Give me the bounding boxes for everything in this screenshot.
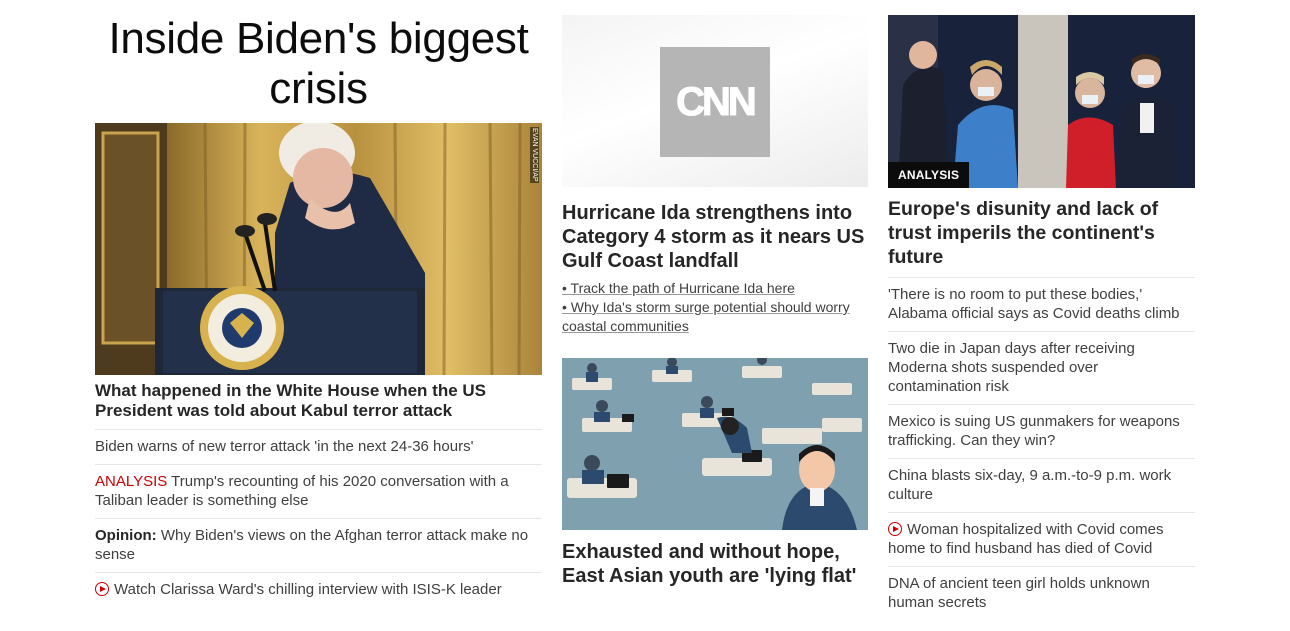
cnn-logo-text: CNN bbox=[676, 79, 758, 124]
opinion-kicker: Opinion: bbox=[95, 527, 157, 544]
biden-photo[interactable]: EVAN VUCCI/AP bbox=[95, 123, 542, 375]
hurricane-story-link[interactable]: Hurricane Ida strengthens into Category … bbox=[562, 201, 868, 273]
related-link-surge[interactable]: • Why Ida's storm surge potential should… bbox=[562, 299, 850, 334]
hurricane-story-title: Hurricane Ida strengthens into Category … bbox=[562, 202, 865, 272]
list-item[interactable]: Biden warns of new terror attack 'in the… bbox=[95, 429, 542, 464]
photo-credit: EVAN VUCCI/AP bbox=[530, 127, 539, 183]
list-item-text: Mexico is suing US gunmakers for weapons… bbox=[888, 413, 1180, 449]
lying-flat-story-link[interactable]: Exhausted and without hope, East Asian y… bbox=[562, 540, 868, 588]
europe-leaders-image[interactable]: ANALYSIS bbox=[888, 15, 1195, 188]
play-icon bbox=[888, 522, 902, 536]
top-story-column: Inside Biden's biggest crisis EVAN VUCCI… bbox=[95, 0, 542, 607]
lying-flat-image[interactable] bbox=[562, 358, 868, 530]
biden-podium-image bbox=[95, 123, 542, 375]
list-item[interactable]: Opinion: Why Biden's views on the Afghan… bbox=[95, 518, 542, 572]
list-item[interactable]: Woman hospitalized with Covid comes home… bbox=[888, 512, 1195, 566]
list-item-text: Woman hospitalized with Covid comes home… bbox=[888, 521, 1164, 557]
lead-story-link[interactable]: What happened in the White House when th… bbox=[95, 381, 542, 429]
list-item[interactable]: China blasts six-day, 9 a.m.-to-9 p.m. w… bbox=[888, 458, 1195, 512]
analysis-kicker: ANALYSIS bbox=[95, 473, 168, 490]
cnn-placeholder-image[interactable]: CNN bbox=[562, 15, 868, 187]
lying-flat-story-title: Exhausted and without hope, East Asian y… bbox=[562, 541, 857, 587]
list-item-text: Why Biden's views on the Afghan terror a… bbox=[95, 527, 529, 563]
list-item[interactable]: Watch Clarissa Ward's chilling interview… bbox=[95, 572, 542, 607]
lead-story-title: What happened in the White House when th… bbox=[95, 381, 487, 420]
related-link-track[interactable]: • Track the path of Hurricane Ida here bbox=[562, 280, 795, 296]
list-item-text: Two die in Japan days after receiving Mo… bbox=[888, 340, 1135, 395]
list-item-text: DNA of ancient teen girl holds unknown h… bbox=[888, 575, 1150, 611]
play-icon bbox=[95, 582, 109, 596]
list-item[interactable]: Two die in Japan days after receiving Mo… bbox=[888, 331, 1195, 404]
related-links: • Track the path of Hurricane Ida here •… bbox=[562, 279, 868, 336]
middle-column: CNN Hurricane Ida strengthens into Categ… bbox=[562, 0, 868, 588]
list-item[interactable]: ANALYSIS Trump's recounting of his 2020 … bbox=[95, 464, 542, 518]
right-column: ANALYSIS Europe's disunity and lack of t… bbox=[888, 0, 1195, 620]
europe-story-title: Europe's disunity and lack of trust impe… bbox=[888, 198, 1159, 268]
europe-story-link[interactable]: Europe's disunity and lack of trust impe… bbox=[888, 197, 1195, 277]
list-item[interactable]: Mexico is suing US gunmakers for weapons… bbox=[888, 404, 1195, 458]
list-item[interactable]: DNA of ancient teen girl holds unknown h… bbox=[888, 566, 1195, 620]
section-headline: Inside Biden's biggest crisis bbox=[108, 14, 529, 113]
list-item-text: China blasts six-day, 9 a.m.-to-9 p.m. w… bbox=[888, 467, 1172, 503]
list-item-text: 'There is no room to put these bodies,' … bbox=[888, 286, 1180, 322]
list-item[interactable]: 'There is no room to put these bodies,' … bbox=[888, 277, 1195, 331]
list-item-text: Biden warns of new terror attack 'in the… bbox=[95, 438, 474, 455]
analysis-badge: ANALYSIS bbox=[888, 162, 970, 188]
lying-flat-illustration bbox=[562, 358, 868, 530]
list-item-text: Watch Clarissa Ward's chilling interview… bbox=[114, 581, 502, 598]
cnn-logo: CNN bbox=[660, 47, 770, 157]
section-headline-link[interactable]: Inside Biden's biggest crisis bbox=[95, 14, 542, 114]
